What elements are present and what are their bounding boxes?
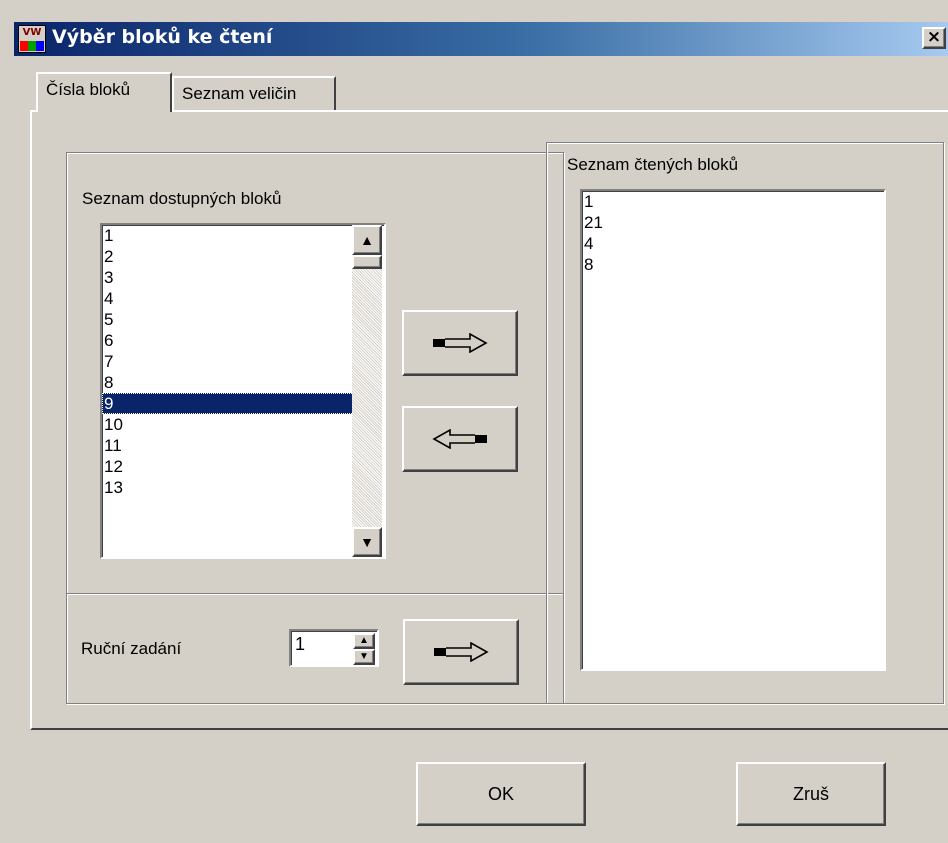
title-bar[interactable]: VW Výběr bloků ke čtení × [14,22,948,56]
remove-block-button[interactable] [402,406,518,472]
manual-entry-label: Ruční zadání [81,639,182,658]
list-item[interactable]: 13 [102,477,354,498]
available-blocks-list[interactable]: 1 2 3 4 5 6 7 8 9 10 11 12 13 [100,223,386,559]
list-item[interactable]: 4 [582,233,884,254]
spin-up-icon[interactable]: ▲ [353,633,375,649]
ok-button[interactable]: OK [416,762,586,826]
read-blocks-group: Seznam čtených bloků 1 21 4 8 [546,142,944,704]
list-item[interactable]: 3 [102,267,354,288]
group-separator [67,593,563,595]
list-item[interactable]: 2 [102,246,354,267]
ok-button-label: OK [487,783,514,804]
spin-down-icon[interactable]: ▼ [353,649,375,665]
list-item[interactable]: 9 [102,393,354,414]
list-item[interactable]: 6 [102,330,354,351]
list-item[interactable]: 4 [102,288,354,309]
triangle-up-icon: ▲ [360,232,374,248]
list-item[interactable]: 8 [102,372,354,393]
arrow-right-icon [434,642,489,662]
arrow-left-icon [432,429,487,449]
cancel-button-label: Zruš [793,783,829,804]
tab-label: Seznam veličin [182,84,297,103]
list-item[interactable]: 1 [102,225,354,246]
list-item[interactable]: 5 [102,309,354,330]
add-manual-button[interactable] [403,619,519,685]
vw-logo-text: VW [22,27,42,38]
list-item[interactable]: 11 [102,435,354,456]
close-button[interactable]: × [922,27,946,49]
manual-entry-spinner[interactable]: 1 ▲ ▼ [289,629,379,667]
cancel-button[interactable]: Zruš [736,762,886,826]
add-block-button[interactable] [402,310,518,376]
vw-app-icon: VW [18,25,46,53]
scroll-thumb[interactable] [352,255,382,269]
available-blocks-label: Seznam dostupných bloků [82,189,282,208]
manual-entry-value: 1 [295,634,306,654]
tab-label: Čísla bloků [46,80,131,99]
list-item[interactable]: 10 [102,414,354,435]
arrow-right-icon [433,333,488,353]
tab-block-numbers[interactable]: Čísla bloků [36,72,172,112]
list-item[interactable]: 12 [102,456,354,477]
window-title: Výběr bloků ke čtení [52,26,273,48]
list-item[interactable]: 1 [582,191,884,212]
scroll-down-button[interactable]: ▼ [352,527,382,557]
triangle-down-icon: ▼ [360,534,374,550]
close-icon: × [926,27,942,47]
dialog-window: VW Výběr bloků ke čtení × Čísla bloků Se… [0,0,948,843]
list-item[interactable]: 21 [582,212,884,233]
list-item[interactable]: 8 [582,254,884,275]
tab-variables[interactable]: Seznam veličin [172,76,336,110]
read-blocks-list[interactable]: 1 21 4 8 [580,189,886,671]
scroll-up-button[interactable]: ▲ [352,225,382,255]
available-list-scrollbar[interactable]: ▲ ▼ [352,225,382,557]
read-blocks-label: Seznam čtených bloků [567,155,739,174]
tab-panel: Seznam dostupných bloků 1 2 3 4 5 6 7 8 9 10 11 12 1… [30,110,948,730]
list-item[interactable]: 7 [102,351,354,372]
